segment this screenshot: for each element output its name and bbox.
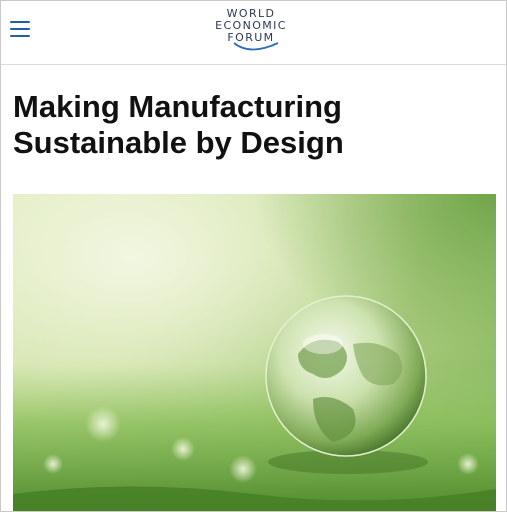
hamburger-menu-icon[interactable] — [10, 19, 32, 39]
page: WORLD ECONOMIC FORUM Making Manufacturin… — [0, 0, 507, 512]
site-header: WORLD ECONOMIC FORUM — [1, 1, 506, 65]
article-title: Making Manufacturing Sustainable by Desi… — [13, 89, 344, 160]
glass-globe-on-grass-image — [13, 194, 496, 511]
wef-logo[interactable]: WORLD ECONOMIC FORUM — [206, 8, 296, 58]
hero-image — [13, 194, 496, 511]
logo-arc-icon — [233, 42, 279, 51]
